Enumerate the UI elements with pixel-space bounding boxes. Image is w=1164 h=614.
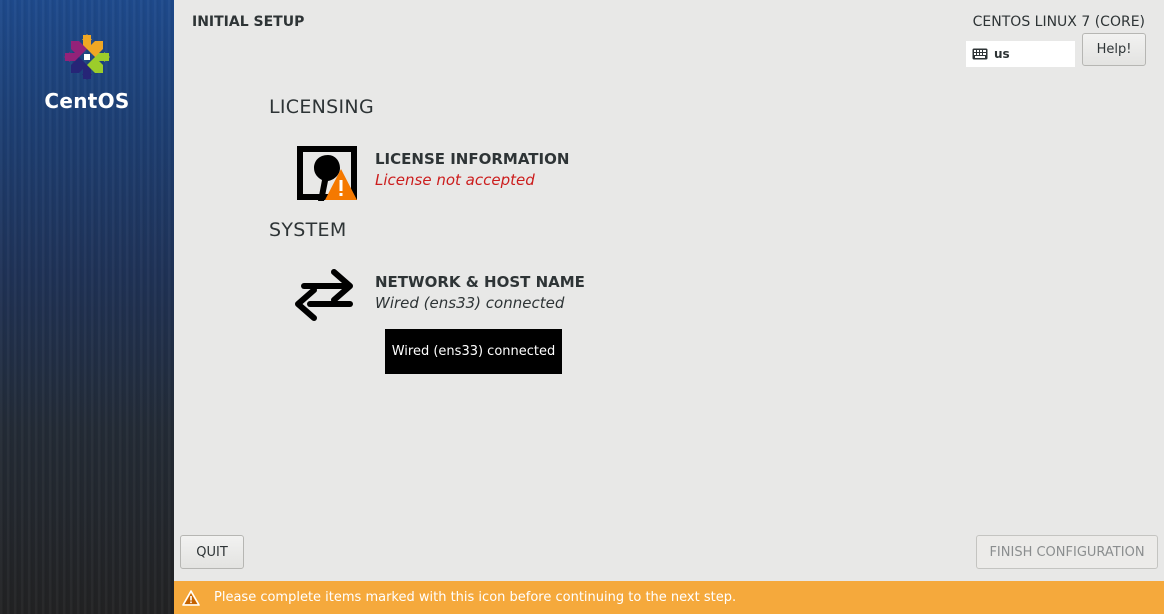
quit-button[interactable]: QUIT	[180, 535, 244, 569]
product-name: CENTOS LINUX 7 (CORE)	[972, 14, 1145, 30]
warning-icon	[182, 589, 200, 606]
warning-text: Please complete items marked with this i…	[214, 590, 737, 605]
initial-setup-window: CentOS INITIAL SETUP CENTOS LINUX 7 (COR…	[0, 0, 1164, 614]
keyboard-layout-indicator[interactable]: us	[966, 41, 1075, 67]
centos-logo: CentOS	[0, 33, 174, 113]
license-warning-icon	[294, 145, 360, 205]
keyboard-layout-label: us	[994, 47, 1010, 61]
section-title-licensing: LICENSING	[269, 96, 374, 118]
finish-configuration-button[interactable]: FINISH CONFIGURATION	[976, 535, 1158, 569]
centos-logo-icon	[64, 34, 110, 80]
warning-bar: Please complete items marked with this i…	[174, 581, 1164, 614]
sidebar: CentOS	[0, 0, 174, 614]
spoke-title-network: NETWORK & HOST NAME	[375, 273, 585, 291]
spoke-title-license: LICENSE INFORMATION	[375, 150, 570, 168]
spoke-status-network: Wired (ens33) connected	[375, 294, 565, 312]
page-title: INITIAL SETUP	[192, 14, 305, 30]
help-button[interactable]: Help!	[1082, 33, 1146, 66]
section-title-system: SYSTEM	[269, 219, 347, 241]
keyboard-icon	[972, 48, 988, 60]
spoke-license-information[interactable]: LICENSE INFORMATION License not accepted	[294, 145, 694, 205]
spoke-network-host-name[interactable]: NETWORK & HOST NAME Wired (ens33) connec…	[294, 268, 694, 328]
network-status-tooltip: Wired (ens33) connected	[385, 329, 562, 374]
network-arrows-icon	[294, 268, 360, 328]
brand-name: CentOS	[44, 89, 130, 113]
spoke-status-license: License not accepted	[375, 171, 535, 189]
